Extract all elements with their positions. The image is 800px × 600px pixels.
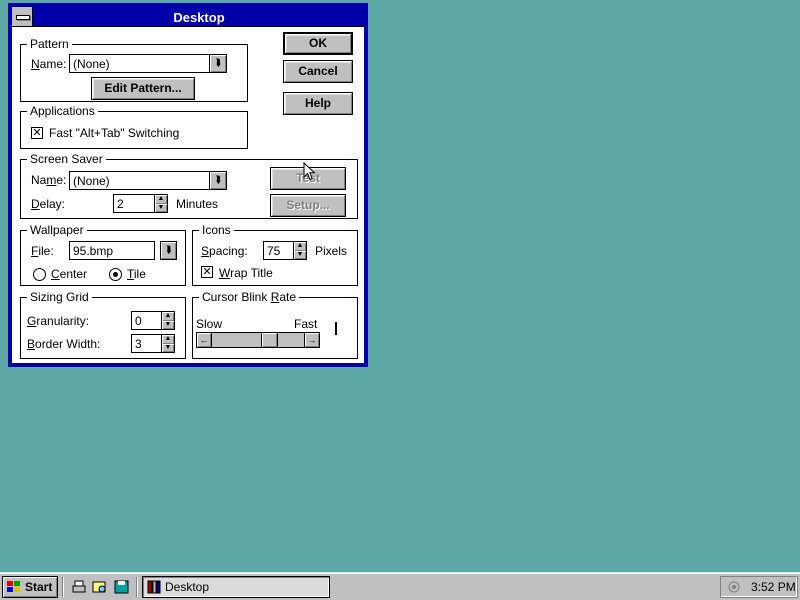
applications-group: Applications ✕ Fast "Alt+Tab" Switching (20, 104, 248, 149)
windows-logo-icon (7, 581, 20, 592)
pattern-name-label: Name: (31, 57, 67, 71)
granularity-spinner[interactable]: 0 ▲ ▼ (131, 311, 175, 330)
start-label: Start (25, 580, 53, 594)
title-bar[interactable]: Desktop (12, 7, 364, 27)
dropdown-arrow-icon[interactable]: ⮯ (160, 241, 177, 260)
wallpaper-legend: Wallpaper (27, 223, 87, 237)
screen-saver-name-dropdown[interactable]: (None) ⮯ (69, 171, 227, 190)
volume-icon[interactable] (727, 580, 741, 594)
dropdown-arrow-icon[interactable]: ⮯ (209, 172, 226, 189)
slider-thumb[interactable] (261, 333, 278, 347)
tile-radio[interactable] (109, 268, 122, 281)
disk-icon[interactable] (114, 579, 130, 595)
tile-label: Tile (127, 267, 146, 281)
setup-button[interactable]: Setup... (270, 194, 346, 217)
taskbar-divider (136, 577, 138, 597)
spacing-unit: Pixels (315, 244, 348, 258)
taskbar: Start Desktop 3:52 PM (0, 572, 800, 600)
wallpaper-file-label: File: (31, 244, 54, 258)
cursor-blink-group: Cursor Blink Rate Slow Fast ← → (192, 290, 358, 359)
screen-saver-name-value: (None) (73, 174, 110, 188)
fast-label: Fast (294, 317, 318, 331)
ok-button[interactable]: OK (283, 32, 353, 55)
cursor-blink-legend: Cursor Blink Rate (199, 290, 300, 304)
wallpaper-file-dropdown[interactable]: 95.bmp ⮯ (69, 241, 177, 260)
pattern-name-dropdown[interactable]: (None) ⮯ (69, 54, 227, 73)
explorer-icon[interactable] (92, 579, 108, 595)
pattern-legend: Pattern (27, 37, 72, 51)
granularity-label: Granularity: (27, 314, 90, 328)
help-button[interactable]: Help (283, 92, 353, 115)
dialog-body: Pattern Name: (None) ⮯ Edit Pattern... O… (12, 27, 364, 363)
spacing-value: 75 (267, 244, 281, 258)
screen-saver-name-label: Name: (31, 173, 67, 187)
blink-rate-slider[interactable]: ← → (196, 332, 320, 348)
delay-label: Delay: (31, 197, 66, 211)
task-button-desktop[interactable]: Desktop (142, 576, 330, 598)
applications-legend: Applications (27, 104, 98, 118)
spin-down-icon[interactable]: ▼ (162, 344, 174, 353)
clock[interactable]: 3:52 PM (751, 580, 796, 594)
border-width-label: Border Width: (27, 337, 101, 351)
screen-saver-legend: Screen Saver (27, 152, 106, 166)
granularity-value: 0 (135, 314, 142, 328)
center-label: Center (51, 267, 88, 281)
fast-switching-checkbox[interactable]: ✕ (31, 127, 43, 139)
scroll-right-icon[interactable]: → (304, 333, 319, 347)
wrap-title-checkbox[interactable]: ✕ (201, 266, 213, 278)
wallpaper-group: Wallpaper File: 95.bmp ⮯ Center Tile (20, 223, 186, 286)
spacing-label: Spacing: (201, 244, 248, 258)
pattern-name-value: (None) (73, 57, 110, 71)
center-radio[interactable] (33, 268, 46, 281)
spin-down-icon[interactable]: ▼ (294, 251, 306, 260)
delay-spinner[interactable]: 2 ▲ ▼ (113, 194, 168, 213)
desktop-dialog: Desktop Pattern Name: (None) ⮯ Edit Patt… (8, 3, 368, 367)
cancel-button[interactable]: Cancel (283, 60, 353, 83)
spin-up-icon[interactable]: ▲ (162, 335, 174, 344)
spacing-spinner[interactable]: 75 ▲ ▼ (263, 241, 307, 260)
spin-up-icon[interactable]: ▲ (155, 195, 167, 204)
edit-pattern-button[interactable]: Edit Pattern... (91, 77, 195, 100)
blink-preview-cursor (335, 322, 337, 335)
sizing-grid-legend: Sizing Grid (27, 290, 92, 304)
mouse-pointer-icon (303, 162, 316, 181)
start-button[interactable]: Start (2, 576, 58, 598)
system-tray: 3:52 PM (720, 576, 798, 598)
delay-unit: Minutes (176, 197, 219, 211)
icons-group: Icons Spacing: 75 ▲ ▼ Pixels ✕ Wrap Title (192, 223, 358, 286)
slow-label: Slow (196, 317, 223, 331)
icons-legend: Icons (199, 223, 234, 237)
fast-switching-label: Fast "Alt+Tab" Switching (49, 126, 180, 140)
sizing-grid-group: Sizing Grid Granularity: 0 ▲ ▼ Border Wid… (20, 290, 186, 359)
dropdown-arrow-icon[interactable]: ⮯ (209, 55, 226, 72)
spin-up-icon[interactable]: ▲ (294, 242, 306, 251)
spin-up-icon[interactable]: ▲ (162, 312, 174, 321)
task-label: Desktop (165, 580, 210, 594)
delay-value: 2 (117, 197, 124, 211)
border-width-spinner[interactable]: 3 ▲ ▼ (131, 334, 175, 353)
border-width-value: 3 (135, 337, 142, 351)
window-title: Desktop (173, 10, 225, 25)
wallpaper-file-value: 95.bmp (73, 244, 114, 258)
scroll-left-icon[interactable]: ← (197, 333, 212, 347)
spin-down-icon[interactable]: ▼ (162, 321, 174, 330)
wrap-title-label: Wrap Title (219, 266, 273, 280)
spin-down-icon[interactable]: ▼ (155, 204, 167, 213)
system-menu-icon[interactable] (12, 7, 33, 26)
pattern-group: Pattern Name: (None) ⮯ Edit Pattern... (20, 37, 248, 102)
taskbar-divider (62, 577, 64, 597)
control-panel-icon (147, 580, 161, 594)
printer-icon[interactable] (71, 579, 87, 595)
